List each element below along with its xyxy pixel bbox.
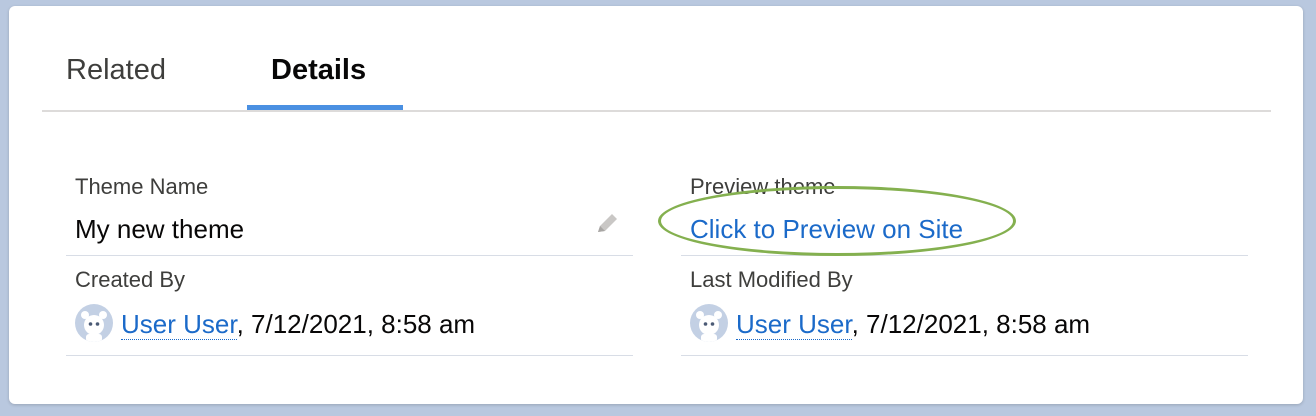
field-preview-theme: Preview theme Click to Preview on Site (681, 170, 1248, 256)
theme-name-label: Theme Name (75, 174, 209, 199)
avatar[interactable] (75, 304, 113, 342)
created-by-user-link[interactable]: User User (121, 308, 237, 340)
created-by-label: Created By (75, 267, 186, 292)
field-last-modified-by: Last Modified By User User, 7/12/2021, 8… (681, 265, 1248, 356)
pencil-icon[interactable] (593, 210, 621, 243)
active-tab-indicator (247, 105, 403, 110)
preview-on-site-link[interactable]: Click to Preview on Site (690, 214, 963, 245)
theme-name-value: My new theme (75, 214, 245, 244)
avatar[interactable] (690, 304, 728, 342)
last-modified-by-user-link[interactable]: User User (736, 308, 852, 340)
preview-theme-label: Preview theme (690, 174, 836, 199)
last-modified-by-label: Last Modified By (690, 267, 853, 292)
last-modified-by-timestamp: , 7/12/2021, 8:58 am (851, 308, 1091, 339)
tab-details[interactable]: Details (271, 54, 366, 87)
tab-bar: Related Details (42, 6, 1271, 112)
field-created-by: Created By User User, 7/12/2021, 8:58 am (66, 265, 633, 356)
created-by-timestamp: , 7/12/2021, 8:58 am (236, 308, 476, 339)
last-modified-by-value: User User, 7/12/2021, 8:58 am (690, 304, 1091, 345)
details-card: Related Details Theme Name My new theme … (9, 6, 1303, 404)
field-theme-name: Theme Name My new theme (66, 170, 633, 256)
created-by-value: User User, 7/12/2021, 8:58 am (75, 304, 476, 345)
tab-related[interactable]: Related (66, 54, 166, 87)
